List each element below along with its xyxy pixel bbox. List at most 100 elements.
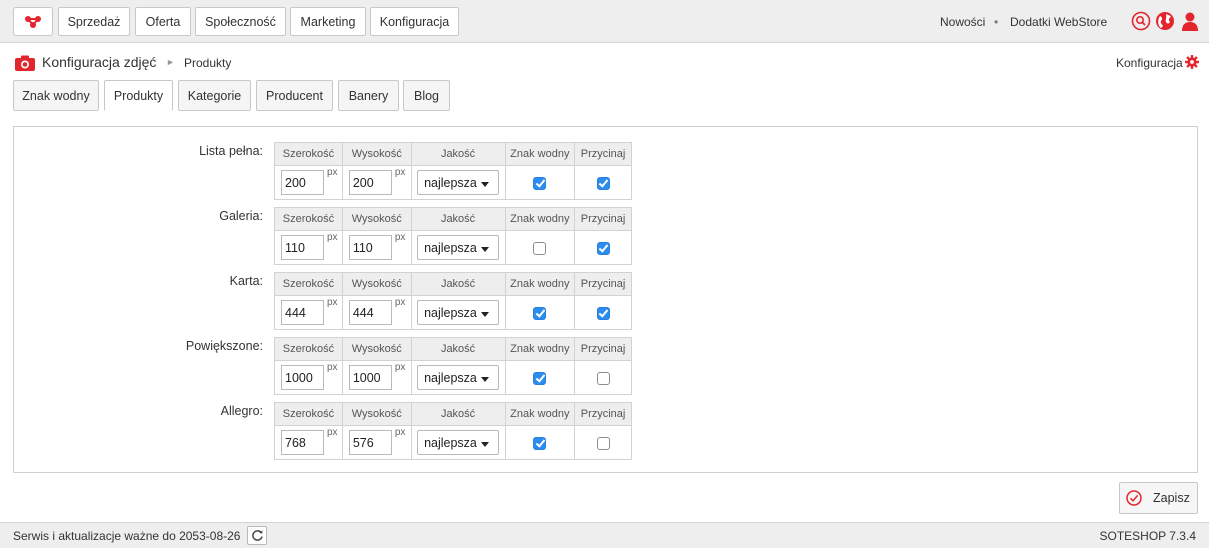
px-unit: px (327, 427, 338, 438)
nav-sprzedaz[interactable]: Sprzedaż (58, 7, 130, 36)
nav-marketing[interactable]: Marketing (290, 7, 366, 36)
nav-oferta[interactable]: Oferta (135, 7, 191, 36)
configuration-link[interactable]: Konfiguracja (1116, 56, 1183, 70)
width-input[interactable] (281, 365, 324, 390)
height-input[interactable] (348, 235, 392, 260)
caret-down-icon (481, 182, 490, 187)
height-input[interactable] (348, 430, 392, 455)
crop-checkbox[interactable] (596, 436, 610, 450)
search-icon[interactable] (1131, 11, 1151, 31)
quality-select-value: najlepsza (424, 436, 477, 450)
crop-column-header: Przycinaj (574, 207, 632, 231)
height-column-header: Wysokość (341, 337, 412, 361)
nav-spolecznosc[interactable]: Społeczność (195, 7, 286, 36)
width-column-header: Szerokość (274, 142, 343, 166)
globe-icon[interactable] (1155, 11, 1175, 31)
caret-down-icon (481, 377, 490, 382)
watermark-checkbox[interactable] (533, 176, 547, 190)
nav-konfiguracja[interactable]: Konfiguracja (370, 7, 459, 36)
px-unit: px (327, 362, 338, 373)
watermark-column-header: Znak wodny (504, 207, 576, 231)
tab-produkty[interactable]: Produkty (104, 80, 173, 111)
tab-kategorie[interactable]: Kategorie (178, 80, 251, 111)
height-input[interactable] (348, 365, 392, 390)
top-separator: • (994, 15, 999, 29)
quality-select[interactable]: najlepsza (417, 170, 500, 195)
height-input[interactable] (348, 170, 392, 195)
crop-column-header: Przycinaj (574, 142, 632, 166)
width-cell: px (274, 230, 343, 265)
top-bar: Sprzedaż Oferta Społeczność Marketing Ko… (0, 0, 1209, 43)
quality-select-value: najlepsza (424, 306, 477, 320)
quality-select-value: najlepsza (424, 371, 477, 385)
refresh-button[interactable] (247, 526, 267, 545)
crop-cell (574, 425, 632, 460)
quality-select[interactable]: najlepsza (417, 300, 500, 325)
height-column-header: Wysokość (341, 142, 412, 166)
px-unit: px (327, 167, 338, 178)
image-size-table: Szerokość Wysokość Jakość Znak wodny Przycin… (274, 402, 632, 460)
height-cell: px (341, 425, 412, 460)
width-cell: px (274, 295, 343, 330)
quality-select[interactable]: najlepsza (417, 365, 500, 390)
height-cell: px (341, 360, 412, 395)
width-input[interactable] (281, 235, 324, 260)
save-button[interactable]: Zapisz (1119, 482, 1198, 514)
share-logo-icon (25, 15, 41, 28)
width-input[interactable] (281, 170, 324, 195)
height-cell: px (341, 230, 412, 265)
quality-column-header: Jakość (410, 142, 506, 166)
watermark-cell (504, 165, 576, 200)
crop-checkbox[interactable] (596, 306, 610, 320)
tab-producent[interactable]: Producent (256, 80, 333, 111)
px-unit: px (327, 232, 338, 243)
watermark-checkbox[interactable] (533, 241, 547, 255)
home-logo-button[interactable] (13, 7, 53, 36)
quality-select[interactable]: najlepsza (417, 430, 500, 455)
width-input[interactable] (281, 430, 324, 455)
height-input[interactable] (348, 300, 392, 325)
user-icon[interactable] (1180, 11, 1200, 31)
news-link[interactable]: Nowości (940, 15, 985, 29)
check-circle-icon (1126, 490, 1142, 506)
px-unit: px (394, 362, 406, 373)
width-cell: px (274, 165, 343, 200)
width-column-header: Szerokość (274, 207, 343, 231)
service-expiry-text: Serwis i aktualizacje ważne do 2053-08-2… (13, 529, 241, 543)
crop-checkbox[interactable] (596, 241, 610, 255)
quality-column-header: Jakość (410, 337, 506, 361)
watermark-checkbox[interactable] (533, 306, 547, 320)
width-column-header: Szerokość (274, 402, 343, 426)
crop-cell (574, 295, 632, 330)
refresh-icon (251, 530, 263, 541)
crop-checkbox[interactable] (596, 176, 610, 190)
tab-blog[interactable]: Blog (403, 80, 450, 111)
crop-checkbox[interactable] (596, 371, 610, 385)
crop-cell (574, 360, 632, 395)
watermark-column-header: Znak wodny (504, 337, 576, 361)
image-size-table: Szerokość Wysokość Jakość Znak wodny Przycin… (274, 272, 632, 330)
px-unit: px (394, 427, 406, 438)
webstore-addons-link[interactable]: Dodatki WebStore (1010, 15, 1107, 29)
width-cell: px (274, 425, 343, 460)
breadcrumb-current: Produkty (184, 56, 232, 70)
page-title[interactable]: Konfiguracja zdjęć (42, 54, 156, 70)
watermark-cell (504, 360, 576, 395)
height-column-header: Wysokość (341, 272, 412, 296)
crop-column-header: Przycinaj (574, 402, 632, 426)
width-input[interactable] (281, 300, 324, 325)
crop-cell (574, 165, 632, 200)
quality-cell: najlepsza (410, 165, 506, 200)
quality-select[interactable]: najlepsza (417, 235, 500, 260)
watermark-checkbox[interactable] (533, 371, 547, 385)
image-size-table: Szerokość Wysokość Jakość Znak wodny Przycin… (274, 142, 632, 200)
width-column-header: Szerokość (274, 272, 343, 296)
tab-znak-wodny[interactable]: Znak wodny (13, 80, 99, 111)
row-label: Karta: (229, 274, 263, 288)
crop-column-header: Przycinaj (574, 337, 632, 361)
tab-banery[interactable]: Banery (338, 80, 399, 111)
watermark-checkbox[interactable] (533, 436, 547, 450)
row-label: Lista pełna: (199, 144, 263, 158)
gear-icon[interactable] (1185, 55, 1199, 69)
caret-down-icon (481, 312, 490, 317)
